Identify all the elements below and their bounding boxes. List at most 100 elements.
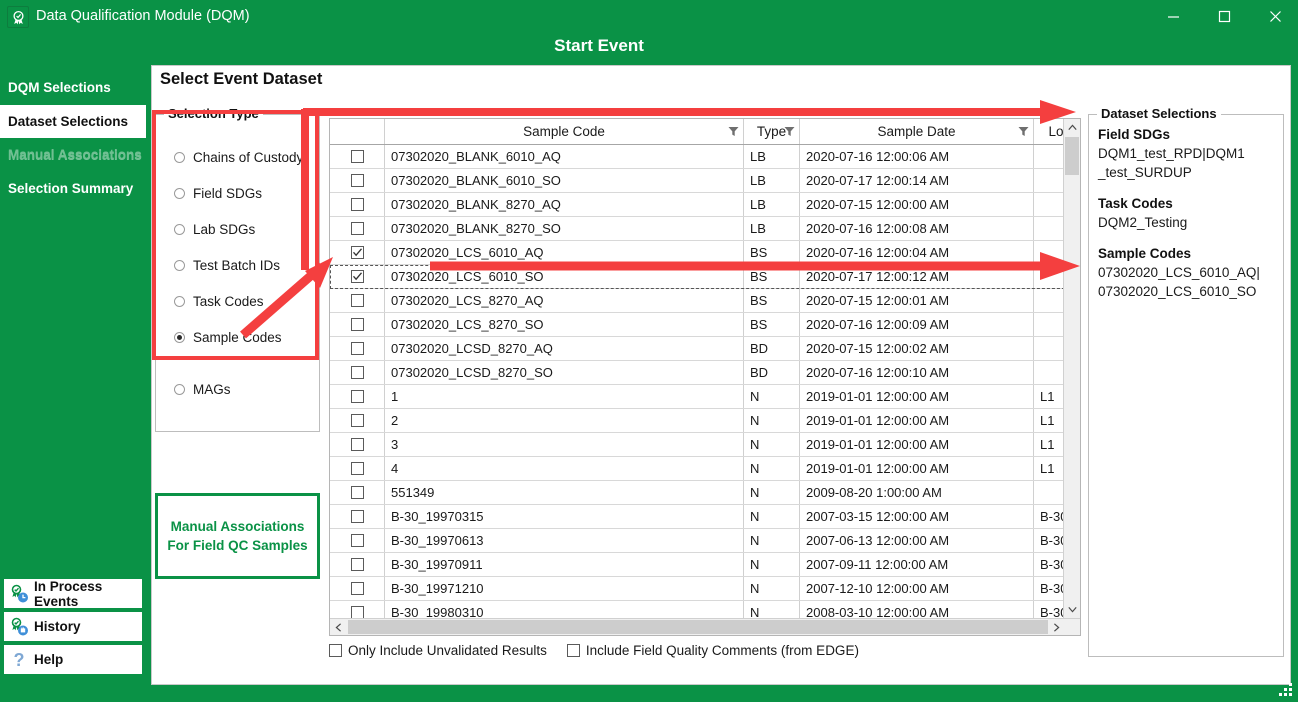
checkbox-icon[interactable]	[351, 198, 364, 211]
checkbox-icon[interactable]	[351, 150, 364, 163]
filter-funnel-icon[interactable]	[1018, 125, 1029, 140]
cell-checkbox[interactable]	[330, 409, 385, 432]
scroll-left-arrow-icon[interactable]	[330, 619, 347, 635]
sidebar-item-dqm-selections[interactable]: DQM Selections	[0, 71, 146, 104]
table-row[interactable]: 07302020_BLANK_8270_SOLB2020-07-16 12:00…	[330, 217, 1080, 241]
cell-checkbox[interactable]	[330, 457, 385, 480]
horizontal-scrollbar-thumb[interactable]	[348, 620, 1048, 634]
cell-sample-code: 3	[385, 433, 744, 456]
cell-checkbox[interactable]	[330, 433, 385, 456]
scroll-down-arrow-icon[interactable]	[1064, 601, 1080, 618]
checkbox-icon[interactable]	[351, 174, 364, 187]
table-row[interactable]: 07302020_LCS_6010_AQBS2020-07-16 12:00:0…	[330, 241, 1080, 265]
table-row[interactable]: 2N2019-01-01 12:00:00 AML1	[330, 409, 1080, 433]
cell-checkbox[interactable]	[330, 481, 385, 504]
table-row[interactable]: B-30_19971210N2007-12-10 12:00:00 AMB-30	[330, 577, 1080, 601]
cell-sample-date: 2007-03-15 12:00:00 AM	[800, 505, 1034, 528]
application-window: Data Qualification Module (DQM) Start Ev…	[0, 0, 1298, 702]
table-row[interactable]: 07302020_BLANK_8270_AQLB2020-07-15 12:00…	[330, 193, 1080, 217]
checkbox-icon[interactable]	[351, 438, 364, 451]
bottom-options: Only Include Unvalidated Results Include…	[329, 643, 879, 658]
cell-sample-code: 07302020_LCS_6010_SO	[385, 265, 744, 288]
cell-type: N	[744, 505, 800, 528]
table-row[interactable]: 07302020_LCS_8270_SOBS2020-07-16 12:00:0…	[330, 313, 1080, 337]
sidebar-bottom-buttons: In Process Events History	[3, 578, 143, 677]
cell-checkbox[interactable]	[330, 241, 385, 264]
help-label: Help	[34, 652, 63, 667]
manual-assoc-line1: Manual Associations	[171, 517, 305, 536]
checkbox-icon[interactable]	[351, 486, 364, 499]
cell-checkbox[interactable]	[330, 145, 385, 168]
checkbox-icon[interactable]	[351, 222, 364, 235]
cell-checkbox[interactable]	[330, 265, 385, 288]
cell-checkbox[interactable]	[330, 169, 385, 192]
checkbox-checked-icon[interactable]	[351, 246, 364, 259]
minimize-button[interactable]	[1150, 0, 1196, 32]
cell-checkbox[interactable]	[330, 337, 385, 360]
cell-checkbox[interactable]	[330, 577, 385, 600]
cell-checkbox[interactable]	[330, 385, 385, 408]
sample-grid[interactable]: Sample Code Type Sample Date Location	[329, 118, 1081, 636]
table-row[interactable]: 3N2019-01-01 12:00:00 AML1	[330, 433, 1080, 457]
filter-funnel-icon[interactable]	[728, 125, 739, 140]
dataset-group-value: DQM1_test_RPD|DQM1	[1098, 144, 1278, 163]
checkbox-checked-icon[interactable]	[351, 270, 364, 283]
checkbox-icon[interactable]	[351, 558, 364, 571]
checkbox-icon[interactable]	[351, 366, 364, 379]
include-field-quality-comments-checkbox[interactable]: Include Field Quality Comments (from EDG…	[567, 643, 859, 658]
cell-checkbox[interactable]	[330, 193, 385, 216]
table-row[interactable]: 4N2019-01-01 12:00:00 AML1	[330, 457, 1080, 481]
table-row[interactable]: 1N2019-01-01 12:00:00 AML1	[330, 385, 1080, 409]
horizontal-scrollbar[interactable]	[330, 618, 1081, 635]
checkbox-icon[interactable]	[351, 510, 364, 523]
cell-checkbox[interactable]	[330, 553, 385, 576]
cell-sample-date: 2007-12-10 12:00:00 AM	[800, 577, 1034, 600]
cell-checkbox[interactable]	[330, 361, 385, 384]
table-row[interactable]: 07302020_LCSD_8270_SOBD2020-07-16 12:00:…	[330, 361, 1080, 385]
manual-associations-for-field-qc-samples-button[interactable]: Manual Associations For Field QC Samples	[155, 493, 320, 579]
cell-checkbox[interactable]	[330, 529, 385, 552]
radio-mags[interactable]: MAGs	[174, 380, 231, 398]
grid-header-sample-code[interactable]: Sample Code	[385, 119, 744, 144]
checkbox-icon[interactable]	[351, 582, 364, 595]
cell-checkbox[interactable]	[330, 505, 385, 528]
checkbox-icon[interactable]	[351, 294, 364, 307]
table-row[interactable]: 07302020_BLANK_6010_AQLB2020-07-16 12:00…	[330, 145, 1080, 169]
checkbox-icon[interactable]	[351, 318, 364, 331]
table-row[interactable]: 07302020_BLANK_6010_SOLB2020-07-17 12:00…	[330, 169, 1080, 193]
grid-header-type[interactable]: Type	[744, 119, 800, 144]
scroll-right-arrow-icon[interactable]	[1048, 619, 1065, 635]
help-button[interactable]: ? Help	[3, 644, 143, 675]
cell-sample-code: B-30_19970911	[385, 553, 744, 576]
resize-grip[interactable]	[1278, 682, 1292, 696]
vertical-scrollbar-thumb[interactable]	[1065, 137, 1079, 175]
table-row[interactable]: 07302020_LCS_8270_AQBS2020-07-15 12:00:0…	[330, 289, 1080, 313]
checkbox-icon[interactable]	[351, 414, 364, 427]
checkbox-icon[interactable]	[351, 534, 364, 547]
cell-checkbox[interactable]	[330, 289, 385, 312]
checkbox-icon[interactable]	[351, 342, 364, 355]
cell-checkbox[interactable]	[330, 313, 385, 336]
filter-funnel-icon[interactable]	[784, 125, 795, 140]
table-row[interactable]: B-30_19970911N2007-09-11 12:00:00 AMB-30	[330, 553, 1080, 577]
checkbox-icon[interactable]	[351, 390, 364, 403]
table-row[interactable]: B-30_19970613N2007-06-13 12:00:00 AMB-30	[330, 529, 1080, 553]
table-row[interactable]: 07302020_LCS_6010_SOBS2020-07-17 12:00:1…	[330, 265, 1080, 289]
grid-body[interactable]: 07302020_BLANK_6010_AQLB2020-07-16 12:00…	[330, 145, 1080, 625]
in-process-events-button[interactable]: In Process Events	[3, 578, 143, 609]
only-include-unvalidated-results-checkbox[interactable]: Only Include Unvalidated Results	[329, 643, 547, 658]
cell-checkbox[interactable]	[330, 217, 385, 240]
checkbox-icon[interactable]	[351, 462, 364, 475]
table-row[interactable]: 551349N2009-08-20 1:00:00 AM	[330, 481, 1080, 505]
close-button[interactable]	[1252, 0, 1298, 32]
sidebar-item-dataset-selections[interactable]: Dataset Selections	[0, 105, 146, 138]
maximize-button[interactable]	[1201, 0, 1247, 32]
grid-header-sample-date[interactable]: Sample Date	[800, 119, 1034, 144]
vertical-scrollbar[interactable]	[1063, 119, 1080, 618]
table-row[interactable]: 07302020_LCSD_8270_AQBD2020-07-15 12:00:…	[330, 337, 1080, 361]
content-title: Select Event Dataset	[160, 70, 322, 89]
history-button[interactable]: History	[3, 611, 143, 642]
scroll-up-arrow-icon[interactable]	[1064, 119, 1080, 136]
sidebar-item-selection-summary[interactable]: Selection Summary	[0, 172, 146, 205]
table-row[interactable]: B-30_19970315N2007-03-15 12:00:00 AMB-30	[330, 505, 1080, 529]
